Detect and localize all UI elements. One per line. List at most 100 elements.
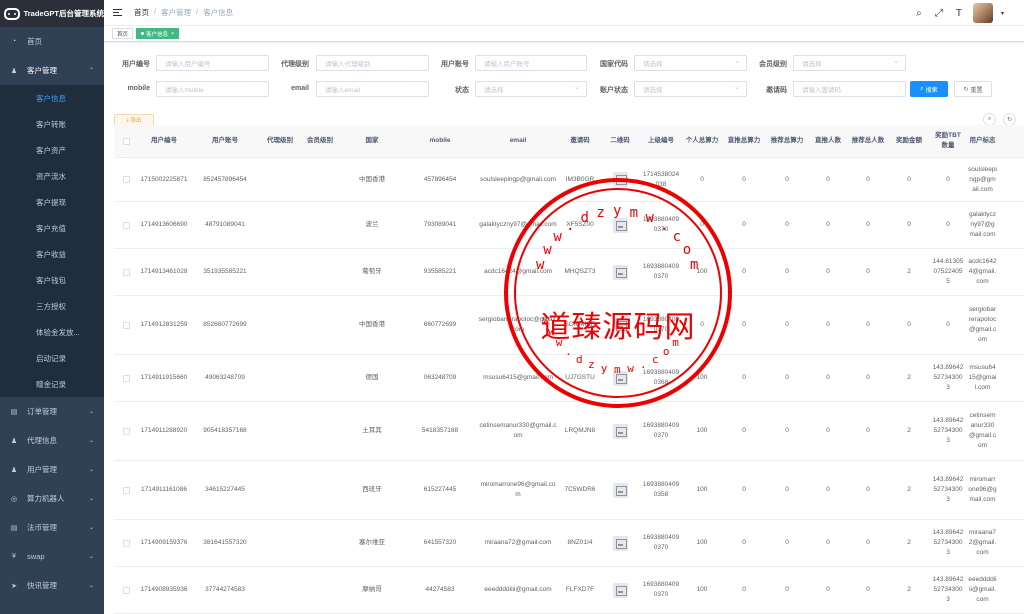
submenu-item-9[interactable]: 体验金发放...: [0, 319, 104, 345]
chevron-down-icon: ⌄: [88, 467, 94, 473]
column-header[interactable]: 直推人数: [808, 136, 848, 146]
table-row[interactable]: 1714911161086 34615227445 西班牙 615227445 miro…: [114, 461, 1024, 520]
qr-code-icon[interactable]: [600, 482, 640, 498]
table-cell: acdc16424@gmail.com: [483, 268, 553, 275]
sidebar-item-4[interactable]: ♟ 用户管理 ⌄: [0, 455, 104, 484]
submenu-item-6[interactable]: 客户收益: [0, 241, 104, 267]
column-header[interactable]: 个人总算力: [682, 136, 722, 146]
submenu-item-8[interactable]: 三方授权: [0, 293, 104, 319]
hamburger-icon[interactable]: [113, 9, 122, 16]
table-cell: 中国香港: [359, 175, 385, 183]
table-cell: 615227445: [423, 486, 457, 493]
qr-code-icon[interactable]: [600, 172, 640, 187]
qr-code-icon[interactable]: [600, 217, 640, 233]
qr-code-icon[interactable]: [600, 264, 640, 280]
member-level-select[interactable]: 请选择: [793, 55, 906, 71]
search-button[interactable]: ⌕ 搜索: [910, 81, 948, 97]
table-cell: 0: [742, 321, 746, 328]
sidebar-item-6[interactable]: ▤ 法币管理 ⌄: [0, 513, 104, 542]
font-size-icon[interactable]: T: [953, 8, 965, 19]
column-header[interactable]: 邀请码: [560, 136, 600, 146]
table-cell: sergiobarrerapotoc@gmail.com: [478, 316, 558, 333]
submenu-item-0[interactable]: 客户信息: [0, 85, 104, 111]
qr-code-icon[interactable]: [600, 370, 640, 386]
submenu-item-10[interactable]: 启动记录: [0, 345, 104, 371]
column-header[interactable]: 二维码: [600, 136, 640, 146]
column-header[interactable]: mobile: [404, 136, 476, 146]
column-header[interactable]: 推荐总人数: [848, 136, 888, 146]
table-cell: miraana72@gmail.com: [484, 539, 552, 546]
table-row[interactable]: 1714909159376 381641557320 塞尔维亚 641557320 mi…: [114, 520, 1024, 567]
table-cell: 7C5WDR6: [564, 486, 596, 493]
sidebar-item-5[interactable]: ◎ 算力机器人 ⌄: [0, 484, 104, 513]
table-row[interactable]: 1714911288920 905418357168 土耳其 5418357168 ce…: [114, 402, 1024, 461]
row-checkbox[interactable]: [114, 374, 138, 382]
qr-code-icon[interactable]: [600, 582, 640, 598]
row-checkbox[interactable]: [114, 268, 138, 276]
submenu-item-11[interactable]: 赠金记录: [0, 371, 104, 397]
column-header[interactable]: 奖励TBT数量: [930, 131, 966, 151]
table-row[interactable]: 1714908935936 37744274583 摩纳哥 44274583 eeedd…: [114, 567, 1024, 614]
submenu-item-1[interactable]: 客户转账: [0, 111, 104, 137]
submenu-item-5[interactable]: 客户充值: [0, 215, 104, 241]
sidebar-item-3[interactable]: ♟ 代理信息 ⌄: [0, 426, 104, 455]
row-checkbox[interactable]: [114, 539, 138, 547]
column-header[interactable]: 上级编号: [640, 136, 682, 146]
submenu-item-3[interactable]: 资产流水: [0, 163, 104, 189]
table-row[interactable]: 1714912831259 852660772699 中国香港 660772699 se…: [114, 296, 1024, 355]
sidebar-item-0[interactable]: ◔ 首页: [0, 27, 104, 56]
submenu-item-2[interactable]: 客户资产: [0, 137, 104, 163]
submenu-item-4[interactable]: 客户提现: [0, 189, 104, 215]
sidebar-item-2[interactable]: ▤ 订单管理 ⌄: [0, 397, 104, 426]
sidebar-item-7[interactable]: ¥ swap ⌄: [0, 542, 104, 571]
row-checkbox[interactable]: [114, 321, 138, 329]
column-header[interactable]: email: [476, 136, 560, 146]
column-header[interactable]: 用户编号: [138, 136, 190, 146]
column-header[interactable]: 用户标志: [966, 136, 999, 146]
fullscreen-icon[interactable]: ⤢: [933, 8, 945, 19]
qr-code-icon[interactable]: [600, 535, 640, 551]
table-row[interactable]: 1714913606690 48791089041 波兰 793089041 galak…: [114, 202, 1024, 249]
qr-code-icon[interactable]: [600, 423, 640, 439]
row-checkbox[interactable]: [114, 427, 138, 435]
table-cell: 0: [826, 486, 830, 493]
qr-code-icon[interactable]: [600, 317, 640, 333]
table-cell: 0: [866, 374, 870, 381]
table-cell: 0: [946, 221, 950, 228]
tab-customer-info[interactable]: 客户信息 ×: [136, 28, 180, 39]
select-all-checkbox[interactable]: [114, 137, 138, 145]
invite-code-input[interactable]: 请输入邀请码: [793, 81, 906, 97]
tab-home[interactable]: 首页: [112, 28, 134, 39]
table-row[interactable]: 1715002225871 852457896454 中国香港 457896454 so…: [114, 158, 1024, 202]
table-cell: 0: [826, 427, 830, 434]
row-checkbox[interactable]: [114, 486, 138, 494]
row-checkbox[interactable]: [114, 586, 138, 594]
column-header[interactable]: 推荐总算力: [766, 136, 808, 146]
table-row[interactable]: 1714913461028 351935585221 葡萄牙 935585221 acd…: [114, 249, 1024, 296]
fiat-icon: ▤: [10, 524, 18, 532]
caret-down-icon[interactable]: ▾: [1001, 10, 1004, 17]
breadcrumb-home[interactable]: 首页: [134, 7, 149, 18]
dashboard-icon: ◔: [11, 38, 17, 45]
row-checkbox[interactable]: [114, 221, 138, 229]
robot-logo-icon: [4, 7, 20, 20]
column-header[interactable]: 直推总算力: [722, 136, 766, 146]
column-header[interactable]: 奖励金额: [888, 136, 930, 146]
column-header[interactable]: 用户账号: [190, 136, 260, 146]
search-icon[interactable]: ⌕: [913, 8, 925, 19]
column-header[interactable]: 会员级别: [300, 136, 340, 146]
table-cell: 0: [826, 268, 830, 275]
table-cell: 1715002225871: [140, 175, 188, 183]
column-header[interactable]: 代理级别: [260, 136, 300, 146]
avatar[interactable]: [972, 3, 993, 23]
sidebar-item-1[interactable]: ♟ 客户管理 ⌃: [0, 56, 104, 85]
user-no-label: 用户编号: [122, 61, 150, 68]
row-checkbox[interactable]: [114, 176, 138, 183]
submenu-item-7[interactable]: 客户钱包: [0, 267, 104, 293]
sidebar-item-8[interactable]: ➤ 快讯管理 ⌄: [0, 571, 104, 600]
close-icon[interactable]: ×: [171, 31, 174, 37]
reset-button[interactable]: ↻ 重置: [954, 81, 992, 97]
breadcrumb-customer-info: 客户信息: [203, 8, 234, 17]
table-row[interactable]: 1714911915660 49063248709 德国 063248709 msusu…: [114, 355, 1024, 402]
column-header[interactable]: 国家: [340, 136, 404, 146]
